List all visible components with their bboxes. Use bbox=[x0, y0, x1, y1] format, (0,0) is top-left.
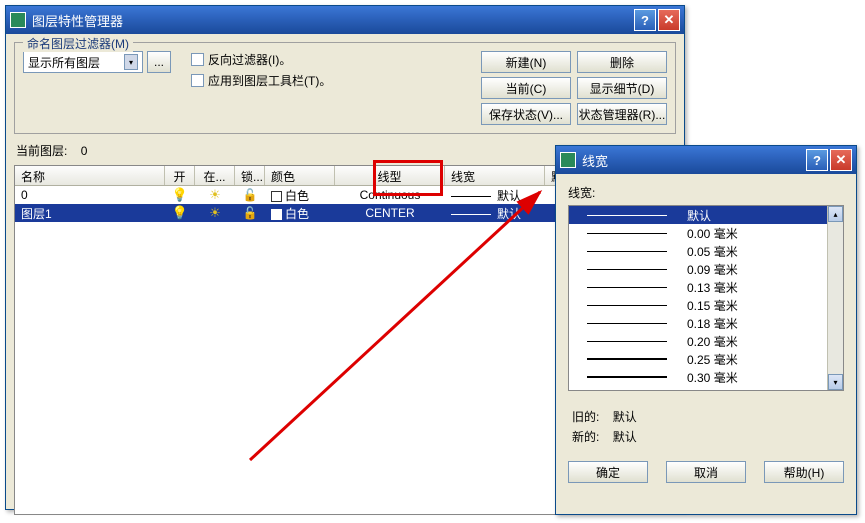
col-linetype[interactable]: 线型 bbox=[335, 166, 445, 185]
lineweight-sample-icon bbox=[587, 376, 687, 378]
bulb-icon[interactable]: 💡 bbox=[165, 204, 195, 222]
sun-icon[interactable]: ☀ bbox=[195, 204, 235, 222]
new-label: 新的: bbox=[572, 430, 599, 444]
chevron-down-icon: ▾ bbox=[124, 54, 138, 70]
lineweight-sample-icon bbox=[587, 341, 687, 342]
old-label: 旧的: bbox=[572, 410, 599, 424]
scroll-up-icon[interactable]: ▴ bbox=[828, 206, 843, 222]
filter-legend: 命名图层过滤器(M) bbox=[23, 35, 133, 52]
help-button[interactable]: ? bbox=[806, 149, 828, 171]
col-freeze[interactable]: 在... bbox=[195, 166, 235, 185]
list-item[interactable]: 0.13 毫米 bbox=[569, 278, 843, 296]
old-value: 默认 bbox=[613, 410, 637, 424]
lineweight-label: 线宽: bbox=[568, 184, 844, 201]
cell-color[interactable]: 白色 bbox=[265, 186, 335, 205]
lineweight-sample-icon bbox=[587, 251, 687, 252]
col-lineweight[interactable]: 线宽 bbox=[445, 166, 545, 185]
list-item-label: 0.18 毫米 bbox=[687, 315, 835, 332]
close-button[interactable]: ✕ bbox=[830, 149, 852, 171]
lineweight-info: 旧的: 默认 新的: 默认 bbox=[572, 407, 840, 447]
show-detail-button[interactable]: 显示细节(D) bbox=[577, 77, 667, 99]
cell-linetype[interactable]: Continuous bbox=[335, 187, 445, 203]
list-item-label: 0.00 毫米 bbox=[687, 225, 835, 242]
list-item[interactable]: 0.15 毫米 bbox=[569, 296, 843, 314]
col-color[interactable]: 颜色 bbox=[265, 166, 335, 185]
lineweight-window: 线宽 ? ✕ 线宽: 默认0.00 毫米0.05 毫米0.09 毫米0.13 毫… bbox=[555, 145, 857, 515]
list-item[interactable]: 0.09 毫米 bbox=[569, 260, 843, 278]
list-item[interactable]: 0.30 毫米 bbox=[569, 368, 843, 386]
lineweight-sample-icon bbox=[587, 269, 687, 270]
ok-button[interactable]: 确定 bbox=[568, 461, 648, 483]
filter-combo[interactable]: 显示所有图层 ▾ bbox=[23, 51, 143, 73]
filter-group: 命名图层过滤器(M) 显示所有图层 ▾ ... 反向过滤器(I)。 应用到图层工… bbox=[14, 42, 676, 134]
col-name[interactable]: 名称 bbox=[15, 166, 165, 185]
list-item-label: 0.13 毫米 bbox=[687, 279, 835, 296]
titlebar[interactable]: 线宽 ? ✕ bbox=[556, 146, 856, 174]
lock-icon[interactable]: 🔓 bbox=[235, 205, 265, 221]
list-item[interactable]: 0.00 毫米 bbox=[569, 224, 843, 242]
cell-lineweight[interactable]: 默认 bbox=[445, 186, 545, 205]
cancel-button[interactable]: 取消 bbox=[666, 461, 746, 483]
list-item[interactable]: 0.20 毫米 bbox=[569, 332, 843, 350]
lineweight-list[interactable]: 默认0.00 毫米0.05 毫米0.09 毫米0.13 毫米0.15 毫米0.1… bbox=[568, 205, 844, 391]
bulb-icon[interactable]: 💡 bbox=[165, 186, 195, 204]
lineweight-sample-icon bbox=[587, 233, 687, 234]
help-button[interactable]: 帮助(H) bbox=[764, 461, 844, 483]
filter-browse-button[interactable]: ... bbox=[147, 51, 171, 73]
save-state-button[interactable]: 保存状态(V)... bbox=[481, 103, 571, 125]
col-lock[interactable]: 锁... bbox=[235, 166, 265, 185]
list-item[interactable]: 默认 bbox=[569, 206, 843, 224]
filter-combo-value: 显示所有图层 bbox=[28, 54, 100, 71]
close-button[interactable]: ✕ bbox=[658, 9, 680, 31]
apply-toolbar-checkbox[interactable] bbox=[191, 74, 204, 87]
lineweight-sample-icon bbox=[587, 287, 687, 288]
app-icon bbox=[560, 152, 576, 168]
window-title: 图层特性管理器 bbox=[32, 11, 632, 30]
list-item-label: 0.05 毫米 bbox=[687, 243, 835, 260]
list-item-label: 0.30 毫米 bbox=[687, 369, 835, 386]
scrollbar[interactable]: ▴ ▾ bbox=[827, 206, 843, 390]
lock-icon[interactable]: 🔓 bbox=[235, 187, 265, 203]
scroll-down-icon[interactable]: ▾ bbox=[828, 374, 843, 390]
cell-lineweight[interactable]: 默认 bbox=[445, 204, 545, 223]
list-item-label: 0.25 毫米 bbox=[687, 351, 835, 368]
list-item[interactable]: 0.25 毫米 bbox=[569, 350, 843, 368]
cell-color[interactable]: 白色 bbox=[265, 204, 335, 223]
lineweight-sample-icon bbox=[587, 323, 687, 324]
help-button[interactable]: ? bbox=[634, 9, 656, 31]
invert-filter-checkbox[interactable] bbox=[191, 53, 204, 66]
lineweight-sample-icon bbox=[587, 358, 687, 360]
list-item-label: 0.20 毫米 bbox=[687, 333, 835, 350]
state-manager-button[interactable]: 状态管理器(R)... bbox=[577, 103, 667, 125]
current-layer-value: 0 bbox=[81, 144, 88, 158]
apply-toolbar-label: 应用到图层工具栏(T)。 bbox=[208, 72, 331, 89]
delete-button[interactable]: 删除 bbox=[577, 51, 667, 73]
list-item[interactable]: 0.05 毫米 bbox=[569, 242, 843, 260]
lineweight-sample-icon bbox=[587, 215, 687, 216]
list-item-label: 0.09 毫米 bbox=[687, 261, 835, 278]
current-layer-label: 当前图层: bbox=[16, 144, 67, 158]
invert-filter-label: 反向过滤器(I)。 bbox=[208, 51, 291, 68]
list-item[interactable]: 0.18 毫米 bbox=[569, 314, 843, 332]
cell-name: 0 bbox=[15, 187, 165, 203]
list-item-label: 默认 bbox=[687, 207, 835, 224]
list-item-label: 0.15 毫米 bbox=[687, 297, 835, 314]
col-on[interactable]: 开 bbox=[165, 166, 195, 185]
window-title: 线宽 bbox=[582, 151, 804, 170]
app-icon bbox=[10, 12, 26, 28]
sun-icon[interactable]: ☀ bbox=[195, 186, 235, 204]
cell-linetype[interactable]: CENTER bbox=[335, 205, 445, 221]
lineweight-sample-icon bbox=[587, 305, 687, 306]
current-button[interactable]: 当前(C) bbox=[481, 77, 571, 99]
titlebar[interactable]: 图层特性管理器 ? ✕ bbox=[6, 6, 684, 34]
new-value: 默认 bbox=[613, 430, 637, 444]
cell-name: 图层1 bbox=[15, 204, 165, 223]
new-button[interactable]: 新建(N) bbox=[481, 51, 571, 73]
